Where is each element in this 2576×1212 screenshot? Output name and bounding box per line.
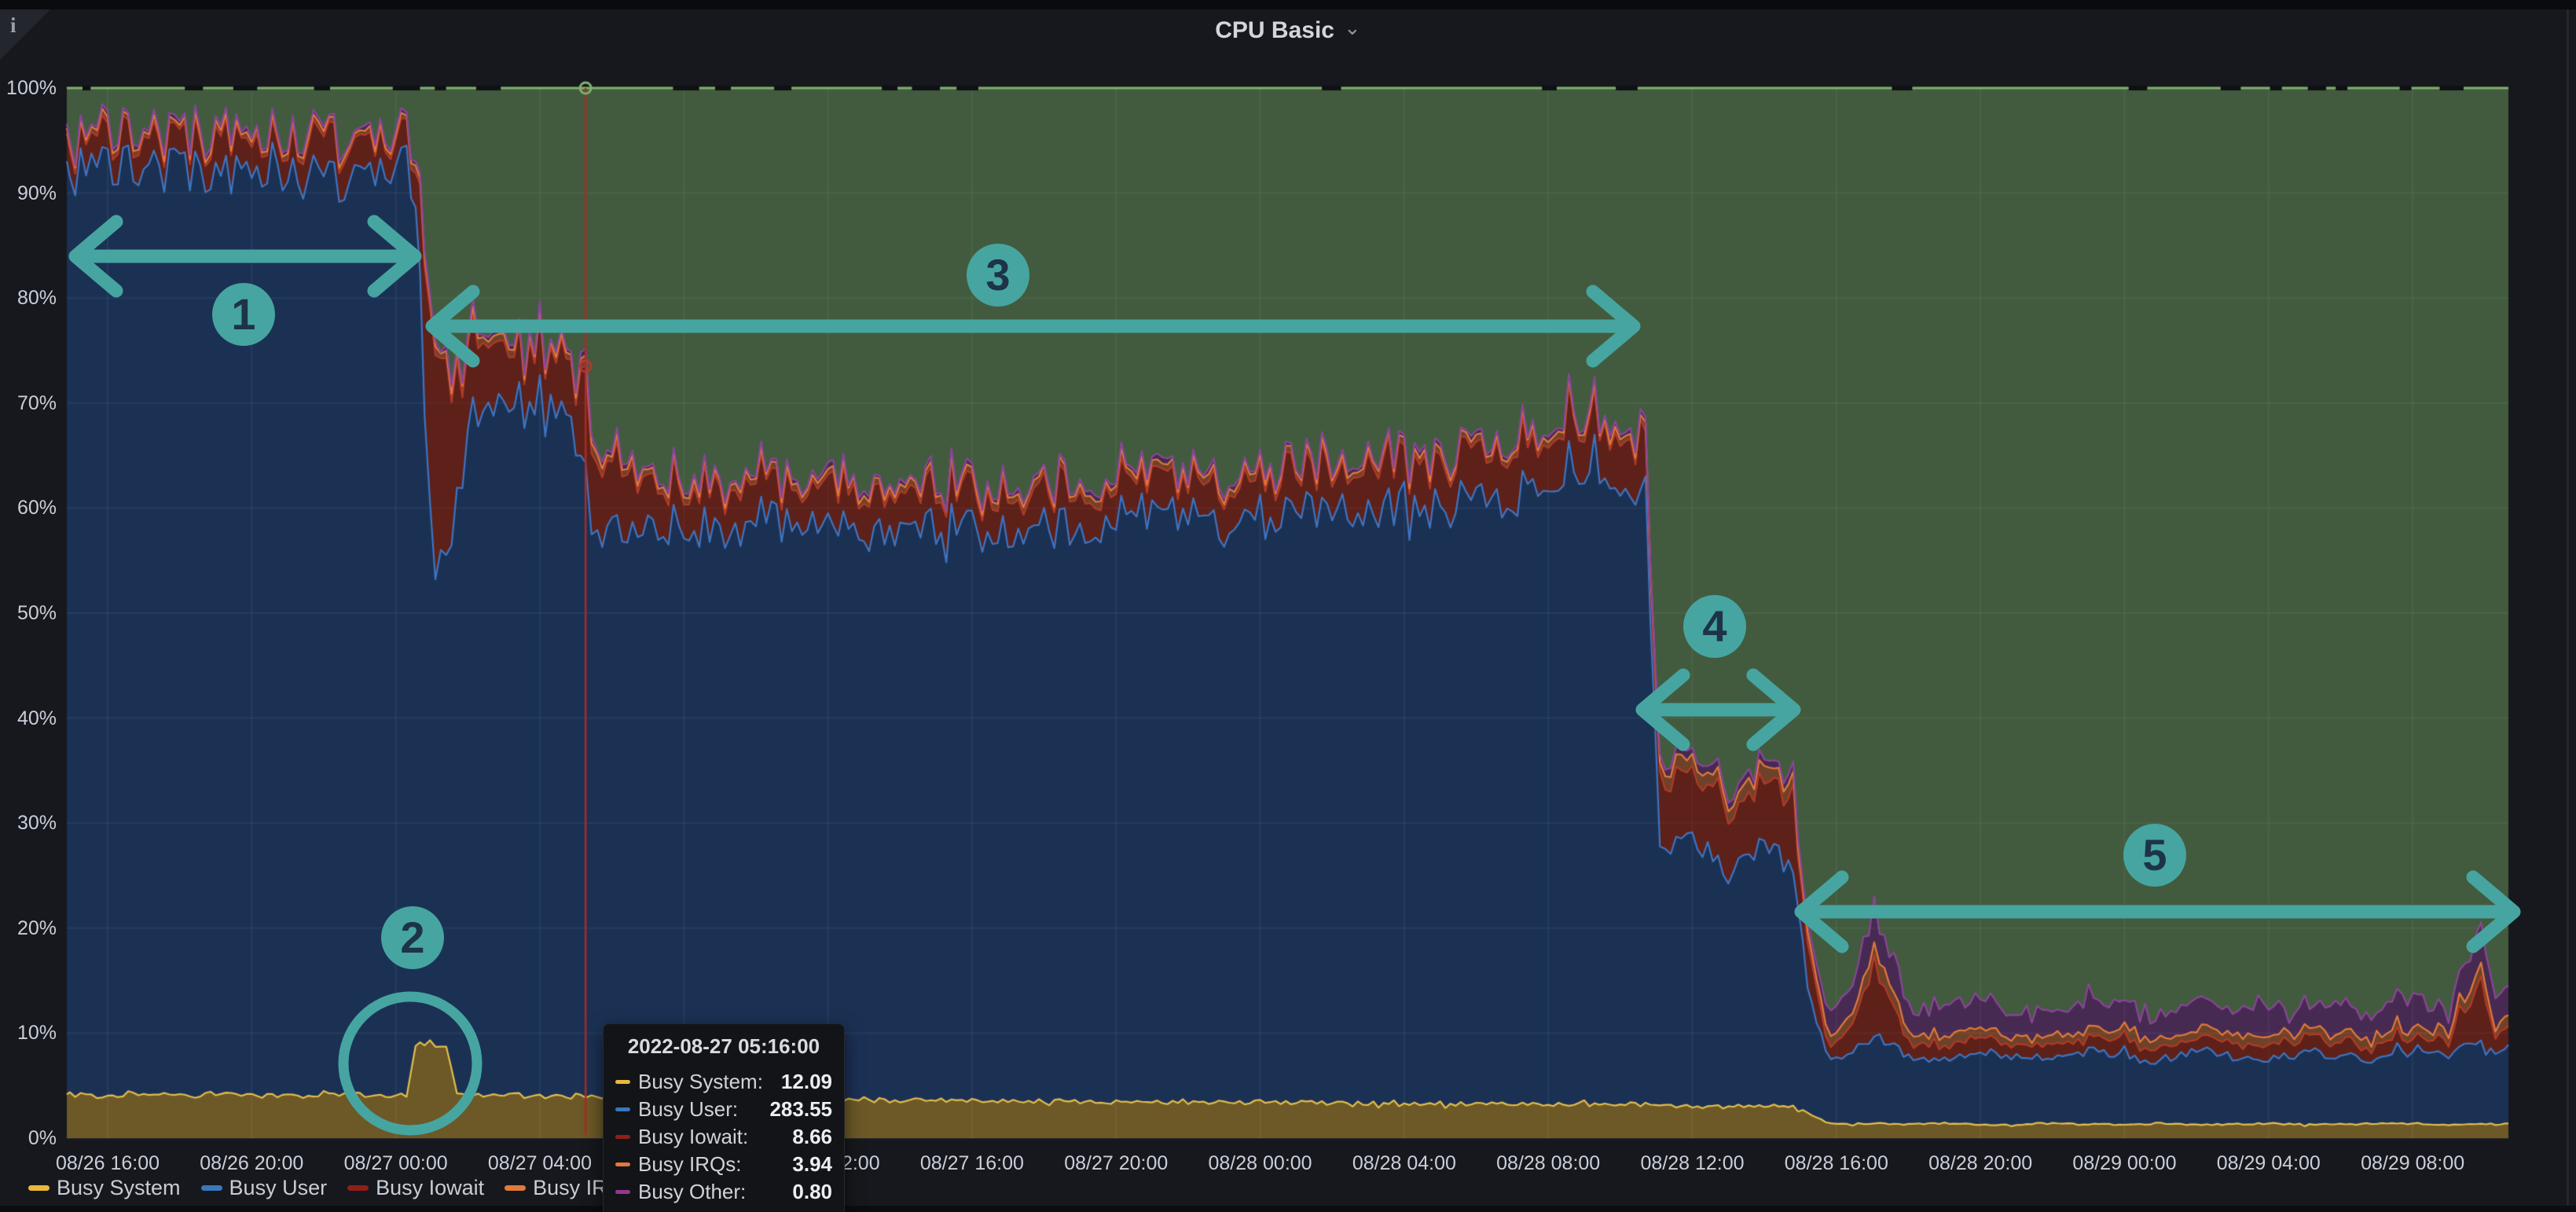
series-swatch-icon [615, 1162, 630, 1166]
legend-label: Busy User [229, 1176, 328, 1200]
tooltip-series-value: 0.80 [792, 1180, 832, 1204]
legend-item-busy-system[interactable]: Busy System [28, 1176, 181, 1200]
highlight-ring [343, 997, 477, 1130]
tooltip-series-label: Busy User: [638, 1097, 769, 1122]
legend-swatch-icon [505, 1185, 526, 1191]
chart-tooltip: 2022-08-27 05:16:00 Busy System:12.09Bus… [603, 1023, 845, 1212]
annotation-overlay: 1 2 3 4 5 [0, 0, 2576, 1212]
legend: Busy SystemBusy UserBusy IowaitBusy IRQs [28, 1176, 634, 1200]
tooltip-row: Busy System:12.09 [615, 1068, 832, 1096]
annotation-number: 4 [1702, 601, 1727, 651]
series-swatch-icon [615, 1135, 630, 1139]
bottom-strip [0, 1206, 2576, 1212]
annotation-4: 4 [1642, 595, 1794, 744]
tooltip-series-value: 12.09 [781, 1070, 832, 1094]
legend-swatch-icon [347, 1185, 369, 1191]
legend-item-busy-iowait[interactable]: Busy Iowait [347, 1176, 484, 1200]
tooltip-row: Busy Other:0.80 [615, 1178, 832, 1206]
tooltip-series-label: Busy Other: [638, 1180, 792, 1204]
annotation-number: 3 [985, 250, 1010, 299]
annotation-number: 2 [400, 913, 424, 962]
tooltip-series-label: Busy Iowait: [638, 1125, 792, 1149]
legend-swatch-icon [28, 1185, 50, 1191]
tooltip-series-value: 3.94 [792, 1152, 832, 1177]
legend-swatch-icon [201, 1185, 222, 1191]
tooltip-row: Busy Iowait:8.66 [615, 1123, 832, 1151]
tooltip-series-value: 8.66 [792, 1125, 832, 1149]
annotation-1: 1 [75, 222, 415, 346]
annotation-3: 3 [432, 244, 1634, 361]
tooltip-row: Busy User:283.55 [615, 1096, 832, 1123]
tooltip-series-label: Busy System: [638, 1070, 781, 1094]
legend-label: Busy System [57, 1176, 181, 1200]
annotation-2: 2 [343, 906, 477, 1130]
tooltip-series-label: Busy IRQs: [638, 1152, 792, 1177]
panel-right-divider [2567, 9, 2569, 1212]
annotation-5: 5 [1801, 824, 2514, 946]
annotation-number: 5 [2142, 830, 2167, 880]
tooltip-timestamp: 2022-08-27 05:16:00 [615, 1034, 832, 1059]
series-swatch-icon [615, 1080, 630, 1084]
series-swatch-icon [615, 1107, 630, 1111]
tooltip-row: Busy IRQs:3.94 [615, 1151, 832, 1178]
cpu-basic-panel: CPU Basic ⌄ i 100%90%80%70%60%50%40%30%2… [0, 0, 2576, 1212]
annotation-number: 1 [231, 289, 255, 339]
legend-label: Busy Iowait [376, 1176, 484, 1200]
tooltip-series-value: 283.55 [769, 1097, 832, 1122]
legend-item-busy-user[interactable]: Busy User [201, 1176, 328, 1200]
series-swatch-icon [615, 1190, 630, 1194]
